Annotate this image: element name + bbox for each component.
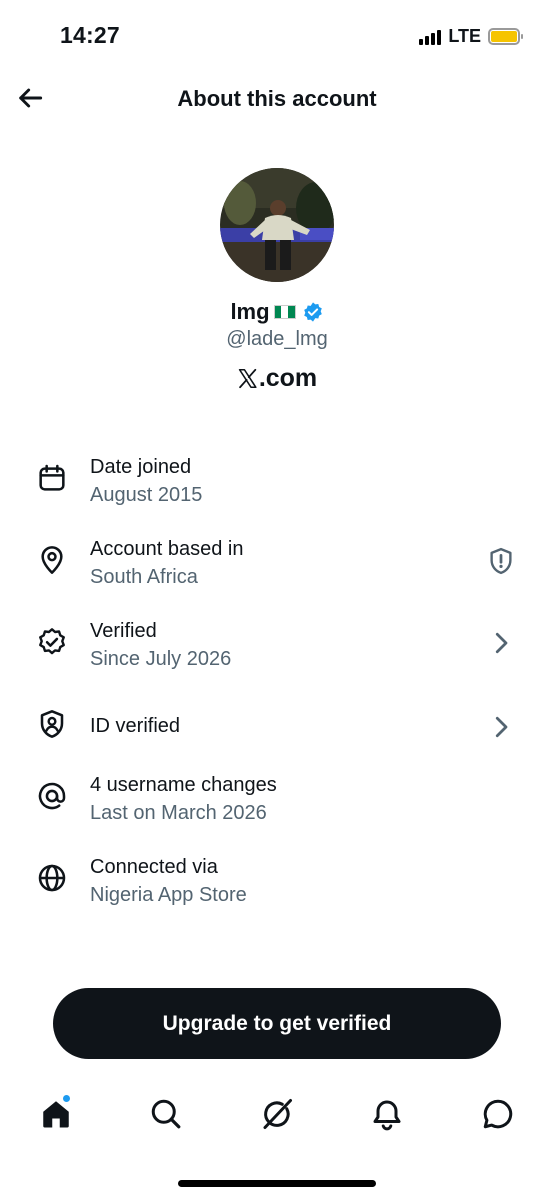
info-id-verified[interactable]: ID verified bbox=[0, 696, 554, 756]
platform-label: .com bbox=[0, 364, 554, 393]
info-subtitle: August 2015 bbox=[90, 484, 203, 506]
tab-search[interactable] bbox=[148, 1096, 184, 1132]
chevron-right-icon[interactable] bbox=[486, 712, 516, 742]
x-logo-icon bbox=[238, 368, 257, 389]
info-account-location: Account based in South Africa bbox=[0, 532, 554, 614]
name-row: lmg bbox=[0, 299, 554, 325]
info-title: ID verified bbox=[90, 715, 181, 737]
info-title: Account based in bbox=[90, 538, 244, 560]
info-date-joined: Date joined August 2015 bbox=[0, 450, 554, 532]
status-time: 14:27 bbox=[60, 22, 120, 48]
at-sign-icon bbox=[38, 782, 66, 810]
network-label: LTE bbox=[448, 26, 481, 46]
tab-grok[interactable] bbox=[259, 1096, 295, 1132]
site-label: .com bbox=[258, 364, 318, 392]
handle: @lade_lmg bbox=[226, 328, 328, 350]
avatar[interactable] bbox=[220, 168, 334, 282]
grok-icon bbox=[263, 1099, 292, 1129]
display-name: lmg bbox=[230, 299, 270, 324]
info-subtitle: Since July 2026 bbox=[90, 648, 232, 670]
upgrade-button[interactable]: Upgrade to get verified bbox=[53, 988, 501, 1059]
info-subtitle: Last on March 2026 bbox=[90, 802, 267, 824]
account-info-list: Date joined August 2015 Account based in… bbox=[0, 450, 554, 932]
info-connected-via: Connected via Nigeria App Store bbox=[0, 850, 554, 932]
location-pin-icon bbox=[41, 546, 63, 574]
chevron-right-icon[interactable] bbox=[486, 628, 516, 658]
header: About this account bbox=[0, 72, 554, 128]
battery-icon bbox=[488, 28, 523, 45]
verified-badge-icon bbox=[303, 302, 322, 322]
notification-dot bbox=[62, 1094, 71, 1103]
page-title: About this account bbox=[177, 86, 377, 111]
tab-home[interactable] bbox=[38, 1094, 74, 1132]
chat-bubble-icon bbox=[483, 1099, 513, 1129]
info-title: Connected via bbox=[90, 856, 218, 878]
info-subtitle: Nigeria App Store bbox=[90, 884, 247, 906]
verified-badge-icon bbox=[39, 628, 65, 655]
globe-icon bbox=[38, 864, 66, 892]
status-bar: 14:27 LTE bbox=[0, 0, 554, 72]
signal-icon bbox=[419, 29, 442, 45]
info-username-changes: 4 username changes Last on March 2026 bbox=[0, 768, 554, 850]
status-indicators: LTE bbox=[419, 26, 523, 47]
tab-notifications[interactable] bbox=[369, 1096, 405, 1132]
profile-summary: lmg @lade_lmg .com bbox=[0, 168, 554, 393]
shield-alert-icon[interactable] bbox=[486, 546, 516, 576]
nigeria-flag-icon bbox=[273, 305, 296, 319]
bottom-tab-bar bbox=[0, 1088, 554, 1148]
info-title: 4 username changes bbox=[90, 774, 277, 796]
calendar-icon bbox=[39, 464, 65, 491]
search-icon bbox=[151, 1099, 181, 1129]
id-shield-icon bbox=[40, 710, 64, 738]
info-subtitle: South Africa bbox=[90, 566, 198, 588]
info-verified[interactable]: Verified Since July 2026 bbox=[0, 614, 554, 696]
info-title: Date joined bbox=[90, 456, 192, 478]
info-title: Verified bbox=[90, 620, 157, 642]
tab-messages[interactable] bbox=[480, 1096, 516, 1132]
bell-icon bbox=[373, 1100, 401, 1131]
home-indicator bbox=[178, 1180, 376, 1187]
